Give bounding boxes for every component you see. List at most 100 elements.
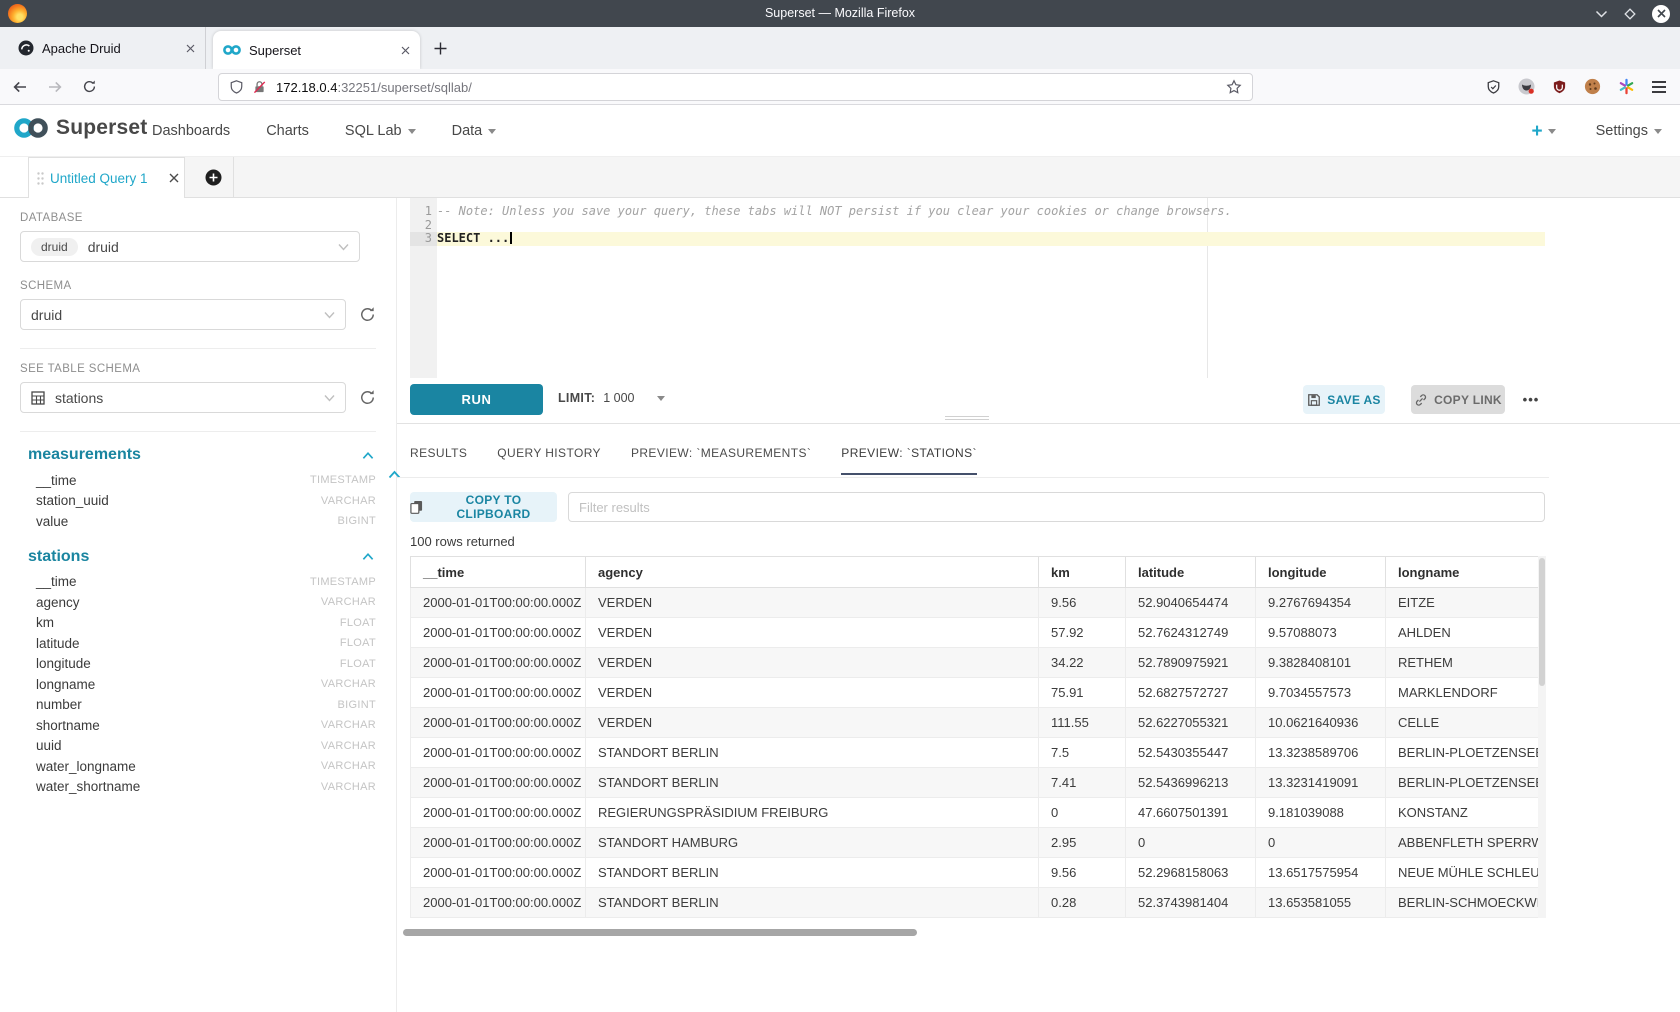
superset-logo[interactable]: Superset bbox=[12, 115, 147, 141]
refresh-schema-icon[interactable] bbox=[359, 306, 376, 323]
nav-link-dashboards[interactable]: Dashboards bbox=[152, 123, 230, 139]
vertical-scrollbar-thumb[interactable] bbox=[1539, 558, 1545, 686]
column-type: TIMESTAMP bbox=[310, 576, 376, 588]
table-cell: RETHEM bbox=[1386, 648, 1539, 678]
results-tab-preview-measurements[interactable]: PREVIEW: `MEASUREMENTS` bbox=[631, 446, 811, 475]
window-maximize-icon[interactable] bbox=[1623, 7, 1637, 21]
browser-tab-label: Superset bbox=[249, 43, 401, 58]
divider bbox=[20, 431, 376, 432]
caret-down-icon bbox=[408, 129, 416, 134]
plus-icon: + bbox=[1531, 122, 1542, 141]
copy-link-button[interactable]: COPY LINK bbox=[1411, 385, 1505, 414]
schema-column-row: shortnameVARCHAR bbox=[20, 715, 376, 736]
caret-down-icon bbox=[488, 129, 496, 134]
browser-tab-superset[interactable]: Superset bbox=[213, 31, 420, 69]
table-cell: 0 bbox=[1126, 828, 1256, 858]
nav-links: Dashboards Charts SQL Lab Data bbox=[152, 105, 496, 157]
query-tab-untitled-query-1[interactable]: Untitled Query 1 bbox=[28, 157, 185, 198]
save-as-button[interactable]: SAVE AS bbox=[1303, 385, 1385, 414]
schema-section-header[interactable]: measurements bbox=[20, 440, 376, 470]
table-cell: MARKLENDORF bbox=[1386, 678, 1539, 708]
schema-column-row: numberBIGINT bbox=[20, 695, 376, 716]
chevron-up-icon[interactable] bbox=[362, 552, 374, 561]
query-tab-close-icon[interactable] bbox=[169, 173, 179, 183]
reload-button[interactable] bbox=[82, 79, 97, 94]
table-header-cell: km bbox=[1039, 557, 1126, 588]
table-cell: 9.56 bbox=[1039, 588, 1126, 618]
extension-mask-icon[interactable] bbox=[1518, 78, 1535, 95]
browser-tab-apache-druid[interactable]: Apache Druid bbox=[8, 27, 206, 69]
results-table-wrap: __timeagencykmlatitudelongitudelongname … bbox=[410, 556, 1539, 918]
results-tab-preview-stations[interactable]: PREVIEW: `STATIONS` bbox=[841, 446, 977, 475]
line-number: 2 bbox=[410, 219, 437, 233]
table-header-cell: longname bbox=[1386, 557, 1539, 588]
table-cell: 57.92 bbox=[1039, 618, 1126, 648]
table-header-cell: longitude bbox=[1256, 557, 1386, 588]
settings-menu[interactable]: Settings bbox=[1596, 123, 1662, 139]
nav-link-charts[interactable]: Charts bbox=[266, 123, 309, 139]
more-options-button[interactable]: ••• bbox=[1514, 385, 1548, 414]
tracking-protection-shield-icon[interactable] bbox=[229, 79, 244, 95]
table-header-cell: latitude bbox=[1126, 557, 1256, 588]
schema-section-header[interactable]: stations bbox=[20, 542, 376, 572]
table-cell: BERLIN-PLOETZENSEE OP bbox=[1386, 768, 1539, 798]
schema-select[interactable]: druid bbox=[20, 299, 346, 330]
editor-code: -- Note: Unless you save your query, the… bbox=[437, 205, 1680, 246]
nav-link-label: Data bbox=[452, 123, 483, 139]
run-button[interactable]: RUN bbox=[410, 384, 543, 415]
copy-to-clipboard-button[interactable]: COPY TO CLIPBOARD bbox=[410, 492, 557, 522]
limit-dropdown[interactable]: LIMIT: 1 000 bbox=[558, 391, 665, 405]
column-name: agency bbox=[36, 595, 80, 610]
vertical-scrollbar[interactable] bbox=[1538, 556, 1546, 918]
forward-button[interactable] bbox=[47, 79, 63, 95]
new-tab-button[interactable] bbox=[428, 36, 452, 60]
extension-shield-check-icon[interactable] bbox=[1486, 79, 1501, 95]
brand-name: Superset bbox=[56, 116, 147, 140]
window-close-icon[interactable] bbox=[1652, 5, 1670, 23]
sql-editor[interactable]: 123 -- Note: Unless you save your query,… bbox=[397, 198, 1680, 378]
chevron-up-icon[interactable] bbox=[362, 451, 374, 460]
pane-resize-handle[interactable] bbox=[945, 416, 989, 422]
url-input[interactable]: 172.18.0.4:32251/superset/sqllab/ bbox=[218, 73, 1253, 101]
table-cell: 2000-01-01T00:00:00.000Z bbox=[411, 618, 586, 648]
table-cell: 75.91 bbox=[1039, 678, 1126, 708]
database-select[interactable]: druid druid bbox=[20, 231, 360, 262]
nav-link-data[interactable]: Data bbox=[452, 123, 497, 139]
insecure-lock-icon[interactable] bbox=[252, 79, 267, 95]
table-row: 2000-01-01T00:00:00.000ZVERDEN9.5652.904… bbox=[411, 588, 1539, 618]
table-cell: 52.7890975921 bbox=[1126, 648, 1256, 678]
table-cell: 2000-01-01T00:00:00.000Z bbox=[411, 798, 586, 828]
extension-cookie-icon[interactable] bbox=[1584, 78, 1601, 95]
extension-ublock-icon[interactable] bbox=[1552, 79, 1567, 95]
table-cell: 13.3238589706 bbox=[1256, 738, 1386, 768]
window-minimize-icon[interactable] bbox=[1595, 9, 1608, 19]
add-new-menu[interactable]: + bbox=[1531, 122, 1555, 141]
results-tab-results[interactable]: RESULTS bbox=[410, 446, 467, 475]
back-button[interactable] bbox=[12, 79, 28, 95]
results-tab-query-history[interactable]: QUERY HISTORY bbox=[497, 446, 601, 475]
column-name: __time bbox=[36, 473, 77, 488]
filter-results-input[interactable] bbox=[568, 492, 1545, 522]
save-icon bbox=[1307, 393, 1321, 407]
rows-returned-text: 100 rows returned bbox=[410, 534, 515, 549]
drag-handle-icon[interactable] bbox=[37, 172, 44, 185]
table-row: 2000-01-01T00:00:00.000ZVERDEN75.9152.68… bbox=[411, 678, 1539, 708]
horizontal-scrollbar-thumb[interactable] bbox=[403, 929, 917, 936]
nav-link-sql-lab[interactable]: SQL Lab bbox=[345, 123, 416, 139]
tab-close-icon[interactable] bbox=[186, 44, 195, 53]
browser-urlbar: 172.18.0.4:32251/superset/sqllab/ bbox=[0, 69, 1680, 105]
table-cell: ABBENFLETH SPERRWERK bbox=[1386, 828, 1539, 858]
results-tabs: RESULTS QUERY HISTORY PREVIEW: `MEASUREMEN… bbox=[410, 446, 977, 475]
column-type: TIMESTAMP bbox=[310, 474, 376, 486]
chevron-down-icon bbox=[338, 243, 349, 251]
menu-hamburger-icon[interactable] bbox=[1652, 81, 1666, 93]
chevron-down-icon bbox=[324, 311, 335, 319]
schema-section-title: measurements bbox=[28, 446, 141, 464]
table-select[interactable]: stations bbox=[20, 382, 346, 413]
tab-close-icon[interactable] bbox=[401, 46, 410, 55]
new-query-tab-button[interactable] bbox=[193, 157, 234, 198]
bookmark-star-icon[interactable] bbox=[1226, 79, 1242, 95]
refresh-table-icon[interactable] bbox=[359, 389, 376, 406]
extension-pinwheel-icon[interactable] bbox=[1618, 78, 1635, 95]
column-type: VARCHAR bbox=[321, 760, 376, 772]
